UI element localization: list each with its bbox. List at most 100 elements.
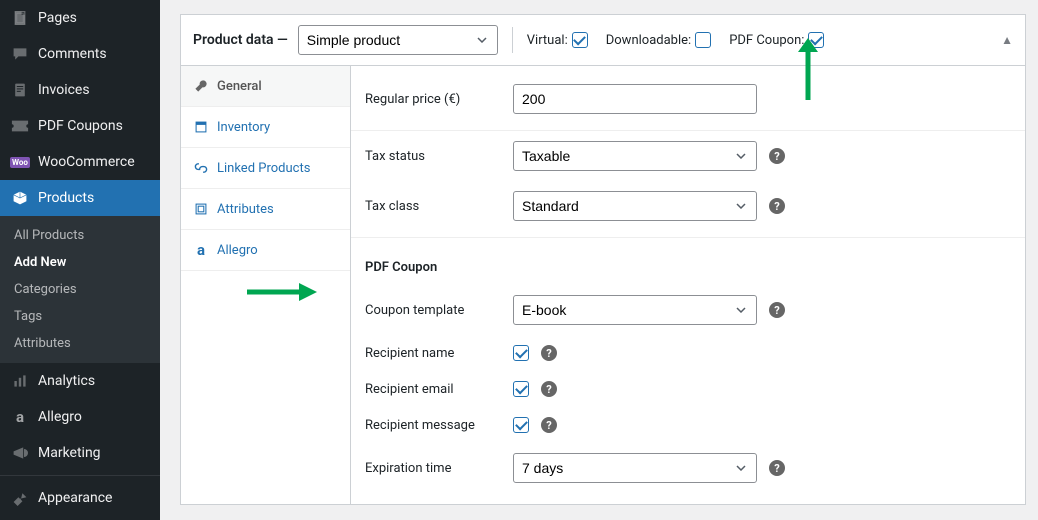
field-tax-class: Tax class Standard ? [351, 181, 1025, 231]
product-type-select[interactable]: Simple product [298, 25, 498, 55]
field-coupon-template: Coupon template E-book ? [351, 285, 1025, 335]
help-icon[interactable]: ? [541, 417, 557, 433]
tax-status-select[interactable]: Taxable [513, 141, 757, 171]
annotation-arrow-right-icon [247, 280, 317, 304]
tab-allegro[interactable]: a Allegro [181, 230, 350, 271]
expiration-select[interactable]: 7 days [513, 453, 757, 483]
menu-label: Comments [38, 46, 107, 62]
tab-label: Allegro [217, 243, 258, 258]
pdf-coupon-heading: PDF Coupon [351, 238, 1025, 285]
menu-label: Analytics [38, 373, 95, 389]
menu-allegro[interactable]: a Allegro [0, 399, 160, 435]
tab-label: Linked Products [217, 161, 310, 176]
field-recipient-name: Recipient name ? [351, 335, 1025, 371]
field-expiration-time: Expiration time 7 days ? [351, 443, 1025, 493]
appearance-icon [10, 488, 30, 508]
menu-label: Products [38, 190, 94, 206]
pages-icon [10, 8, 30, 28]
submenu-categories[interactable]: Categories [0, 276, 160, 303]
woo-icon: Woo [10, 152, 30, 172]
collapse-panel-icon[interactable]: ▲ [1001, 33, 1013, 47]
submenu-all-products[interactable]: All Products [0, 222, 160, 249]
inventory-icon [193, 119, 209, 135]
annotation-arrow-up-icon [796, 38, 820, 100]
field-recipient-email: Recipient email ? [351, 371, 1025, 407]
submenu-attributes[interactable]: Attributes [0, 330, 160, 357]
help-icon[interactable]: ? [769, 302, 785, 318]
tab-attributes[interactable]: Attributes [181, 189, 350, 230]
help-icon[interactable]: ? [541, 345, 557, 361]
menu-label: Invoices [38, 82, 90, 98]
menu-label: WooCommerce [38, 154, 135, 170]
virtual-toggle[interactable]: Virtual: [527, 32, 588, 48]
recipient-name-checkbox[interactable] [513, 345, 529, 361]
link-icon [193, 160, 209, 176]
downloadable-checkbox[interactable] [695, 32, 711, 48]
menu-woocommerce[interactable]: Woo WooCommerce [0, 144, 160, 180]
recipient-message-label: Recipient message [365, 418, 513, 433]
pdf-coupons-icon [10, 116, 30, 136]
panel-header: Product data — Simple product Virtual: D… [181, 15, 1025, 66]
coupon-template-select[interactable]: E-book [513, 295, 757, 325]
invoices-icon [10, 80, 30, 100]
menu-label: Marketing [38, 445, 101, 461]
regular-price-label: Regular price (€) [365, 92, 513, 107]
recipient-email-label: Recipient email [365, 382, 513, 397]
general-fields: Regular price (€) Tax status Taxable ? T… [351, 66, 1025, 504]
allegro-tab-icon: a [193, 242, 209, 258]
submenu-tags[interactable]: Tags [0, 303, 160, 330]
menu-pdf-coupons[interactable]: PDF Coupons [0, 108, 160, 144]
tax-class-label: Tax class [365, 199, 513, 214]
virtual-checkbox[interactable] [572, 32, 588, 48]
menu-products[interactable]: Products [0, 180, 160, 216]
main-content: Product data — Simple product Virtual: D… [160, 0, 1038, 520]
comments-icon [10, 44, 30, 64]
help-icon[interactable]: ? [769, 198, 785, 214]
menu-label: PDF Coupons [38, 118, 123, 134]
help-icon[interactable]: ? [769, 148, 785, 164]
product-data-panel: Product data — Simple product Virtual: D… [180, 14, 1026, 505]
recipient-name-label: Recipient name [365, 346, 513, 361]
menu-label: Pages [38, 10, 77, 26]
menu-label: Allegro [38, 409, 82, 425]
wrench-icon [193, 78, 209, 94]
products-icon [10, 188, 30, 208]
panel-title: Product data — [193, 32, 288, 48]
field-regular-price: Regular price (€) [351, 74, 1025, 124]
header-divider [512, 27, 513, 53]
menu-pages[interactable]: Pages [0, 0, 160, 36]
recipient-email-checkbox[interactable] [513, 381, 529, 397]
tax-class-select[interactable]: Standard [513, 191, 757, 221]
menu-appearance[interactable]: Appearance [0, 480, 160, 516]
tab-label: Inventory [217, 120, 270, 135]
menu-analytics[interactable]: Analytics [0, 363, 160, 399]
pdf-coupon-label: PDF Coupon: [729, 33, 804, 48]
regular-price-input[interactable] [513, 84, 757, 114]
help-icon[interactable]: ? [541, 381, 557, 397]
menu-comments[interactable]: Comments [0, 36, 160, 72]
help-icon[interactable]: ? [769, 460, 785, 476]
menu-marketing[interactable]: Marketing [0, 435, 160, 471]
recipient-message-checkbox[interactable] [513, 417, 529, 433]
analytics-icon [10, 371, 30, 391]
allegro-icon: a [10, 407, 30, 427]
admin-sidebar: Pages Comments Invoices PDF Coupons Woo … [0, 0, 160, 520]
expiration-label: Expiration time [365, 461, 513, 476]
tab-inventory[interactable]: Inventory [181, 107, 350, 148]
tab-linked-products[interactable]: Linked Products [181, 148, 350, 189]
tab-label: Attributes [217, 202, 274, 217]
tab-general[interactable]: General [181, 66, 350, 107]
products-submenu: All Products Add New Categories Tags Att… [0, 216, 160, 363]
menu-invoices[interactable]: Invoices [0, 72, 160, 108]
menu-label: Appearance [38, 490, 112, 506]
downloadable-toggle[interactable]: Downloadable: [606, 32, 711, 48]
coupon-template-label: Coupon template [365, 303, 513, 318]
submenu-add-new[interactable]: Add New [0, 249, 160, 276]
attributes-icon [193, 201, 209, 217]
marketing-icon [10, 443, 30, 463]
tax-status-label: Tax status [365, 149, 513, 164]
field-tax-status: Tax status Taxable ? [351, 131, 1025, 181]
downloadable-label: Downloadable: [606, 33, 691, 48]
tab-label: General [217, 79, 262, 94]
virtual-label: Virtual: [527, 33, 568, 48]
